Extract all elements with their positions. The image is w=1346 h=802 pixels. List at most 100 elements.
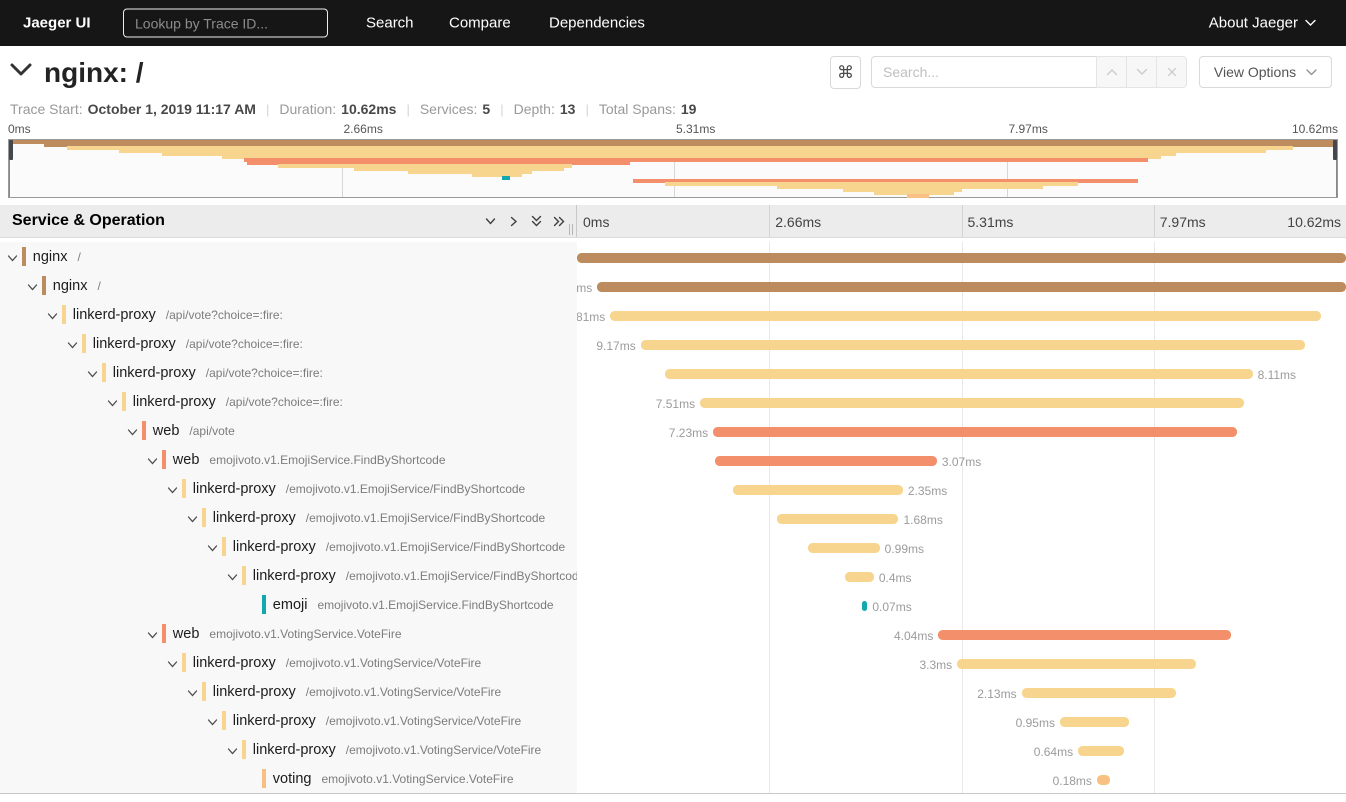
span-row[interactable]: linkerd-proxy/emojivoto.v1.VotingService…	[0, 648, 1346, 677]
span-name-cell[interactable]: linkerd-proxy/emojivoto.v1.VotingService…	[0, 735, 577, 764]
span-bar[interactable]	[1097, 775, 1110, 785]
span-name-cell[interactable]: emojiemojivoto.v1.EmojiService.FindBySho…	[0, 590, 577, 619]
span-bar[interactable]	[597, 282, 1346, 292]
span-bar[interactable]	[808, 543, 880, 553]
span-chevron-down-icon[interactable]	[187, 686, 198, 704]
span-timeline-cell[interactable]: 0.64ms	[577, 735, 1346, 764]
collapse-trace-chevron-down-icon[interactable]	[9, 62, 33, 83]
span-timeline-cell[interactable]: 0.4ms	[577, 561, 1346, 590]
span-row[interactable]: linkerd-proxy/emojivoto.v1.EmojiService/…	[0, 474, 1346, 503]
span-bar[interactable]	[1060, 717, 1129, 727]
span-row[interactable]: linkerd-proxy/api/vote?choice=:fire:9.81…	[0, 300, 1346, 329]
span-timeline-cell[interactable]: 0.95ms	[577, 706, 1346, 735]
span-name-cell[interactable]: linkerd-proxy/api/vote?choice=:fire:	[0, 358, 577, 387]
expand-all-double-chevron-down-icon[interactable]	[529, 214, 544, 229]
span-chevron-down-icon[interactable]	[107, 396, 118, 414]
span-bar[interactable]	[610, 311, 1320, 321]
span-chevron-down-icon[interactable]	[167, 483, 178, 501]
span-timeline-cell[interactable]: 2.13ms	[577, 677, 1346, 706]
span-row[interactable]: linkerd-proxy/emojivoto.v1.EmojiService/…	[0, 503, 1346, 532]
search-clear-button[interactable]	[1156, 56, 1187, 88]
span-bar[interactable]	[577, 253, 1346, 263]
span-bar[interactable]	[713, 427, 1237, 437]
span-name-cell[interactable]: linkerd-proxy/api/vote?choice=:fire:	[0, 387, 577, 416]
span-name-cell[interactable]: linkerd-proxy/emojivoto.v1.EmojiService/…	[0, 474, 577, 503]
span-bar[interactable]	[862, 601, 867, 611]
span-name-cell[interactable]: webemojivoto.v1.VotingService.VoteFire	[0, 619, 577, 648]
span-name-cell[interactable]: nginx/	[0, 271, 577, 300]
span-timeline-cell[interactable]: 10.34ms	[577, 271, 1346, 300]
span-name-cell[interactable]: votingemojivoto.v1.VotingService.VoteFir…	[0, 764, 577, 793]
span-row[interactable]: webemojivoto.v1.VotingService.VoteFire4.…	[0, 619, 1346, 648]
span-chevron-down-icon[interactable]	[207, 541, 218, 559]
span-bar[interactable]	[1022, 688, 1176, 698]
search-next-button[interactable]	[1126, 56, 1157, 88]
column-resizer-grip[interactable]	[569, 224, 573, 235]
span-chevron-down-icon[interactable]	[187, 512, 198, 530]
span-chevron-down-icon[interactable]	[27, 280, 38, 298]
span-chevron-down-icon[interactable]	[207, 715, 218, 733]
span-timeline-cell[interactable]: 9.81ms	[577, 300, 1346, 329]
span-timeline-cell[interactable]: 1.68ms	[577, 503, 1346, 532]
span-chevron-down-icon[interactable]	[227, 570, 238, 588]
span-timeline-cell[interactable]: 0.18ms	[577, 764, 1346, 793]
jaeger-logo[interactable]: Jaeger UI	[23, 15, 91, 32]
span-chevron-down-icon[interactable]	[127, 425, 138, 443]
span-row[interactable]: linkerd-proxy/emojivoto.v1.VotingService…	[0, 706, 1346, 735]
span-bar[interactable]	[938, 630, 1231, 640]
span-name-cell[interactable]: linkerd-proxy/api/vote?choice=:fire:	[0, 300, 577, 329]
span-bar[interactable]	[733, 485, 903, 495]
view-options-button[interactable]: View Options	[1199, 56, 1332, 88]
span-name-cell[interactable]: linkerd-proxy/emojivoto.v1.VotingService…	[0, 677, 577, 706]
span-timeline-cell[interactable]: 2.35ms	[577, 474, 1346, 503]
collapse-one-level-chevron-right-icon[interactable]	[506, 214, 521, 229]
span-name-cell[interactable]: linkerd-proxy/emojivoto.v1.VotingService…	[0, 648, 577, 677]
span-name-cell[interactable]: linkerd-proxy/emojivoto.v1.EmojiService/…	[0, 532, 577, 561]
about-jaeger-menu[interactable]: About Jaeger	[1209, 15, 1316, 32]
span-timeline-cell[interactable]: 7.51ms	[577, 387, 1346, 416]
span-chevron-down-icon[interactable]	[47, 309, 58, 327]
span-bar[interactable]	[845, 572, 874, 582]
span-chevron-down-icon[interactable]	[67, 338, 78, 356]
span-timeline-cell[interactable]: 8.11ms	[577, 358, 1346, 387]
span-row[interactable]: votingemojivoto.v1.VotingService.VoteFir…	[0, 764, 1346, 793]
span-chevron-down-icon[interactable]	[147, 454, 158, 472]
trace-minimap[interactable]	[8, 139, 1338, 198]
span-timeline-cell[interactable]: 4.04ms	[577, 619, 1346, 648]
keyboard-shortcuts-button[interactable]: ⌘	[830, 56, 861, 89]
span-bar[interactable]	[957, 659, 1196, 669]
span-row[interactable]: linkerd-proxy/api/vote?choice=:fire:9.17…	[0, 329, 1346, 358]
span-name-cell[interactable]: linkerd-proxy/emojivoto.v1.VotingService…	[0, 706, 577, 735]
span-timeline-cell[interactable]: 3.07ms	[577, 445, 1346, 474]
span-timeline-cell[interactable]: 10.62ms	[577, 242, 1346, 271]
trace-search-input[interactable]	[871, 56, 1097, 88]
span-bar[interactable]	[777, 514, 899, 524]
span-row[interactable]: web/api/vote7.23ms	[0, 416, 1346, 445]
search-prev-button[interactable]	[1096, 56, 1127, 88]
span-timeline-cell[interactable]: 7.23ms	[577, 416, 1346, 445]
span-name-cell[interactable]: linkerd-proxy/api/vote?choice=:fire:	[0, 329, 577, 358]
expand-one-level-chevron-down-icon[interactable]	[483, 214, 498, 229]
nav-item-search[interactable]: Search	[366, 15, 414, 32]
span-row[interactable]: linkerd-proxy/emojivoto.v1.EmojiService/…	[0, 532, 1346, 561]
span-chevron-down-icon[interactable]	[7, 251, 18, 269]
span-bar[interactable]	[641, 340, 1305, 350]
nav-item-compare[interactable]: Compare	[449, 15, 511, 32]
span-chevron-down-icon[interactable]	[227, 744, 238, 762]
span-row[interactable]: nginx/10.34ms	[0, 271, 1346, 300]
span-timeline-cell[interactable]: 9.17ms	[577, 329, 1346, 358]
span-bar[interactable]	[665, 369, 1252, 379]
span-row[interactable]: nginx/10.62ms	[0, 242, 1346, 271]
span-bar[interactable]	[700, 398, 1244, 408]
span-name-cell[interactable]: webemojivoto.v1.EmojiService.FindByShort…	[0, 445, 577, 474]
span-chevron-down-icon[interactable]	[147, 628, 158, 646]
collapse-all-double-chevron-right-icon[interactable]	[552, 214, 567, 229]
trace-id-lookup-input[interactable]	[123, 9, 328, 38]
span-name-cell[interactable]: web/api/vote	[0, 416, 577, 445]
span-timeline-cell[interactable]: 3.3ms	[577, 648, 1346, 677]
span-name-cell[interactable]: nginx/	[0, 242, 577, 271]
span-bar[interactable]	[715, 456, 937, 466]
span-timeline-cell[interactable]: 0.99ms	[577, 532, 1346, 561]
span-row[interactable]: linkerd-proxy/api/vote?choice=:fire:8.11…	[0, 358, 1346, 387]
span-row[interactable]: linkerd-proxy/api/vote?choice=:fire:7.51…	[0, 387, 1346, 416]
